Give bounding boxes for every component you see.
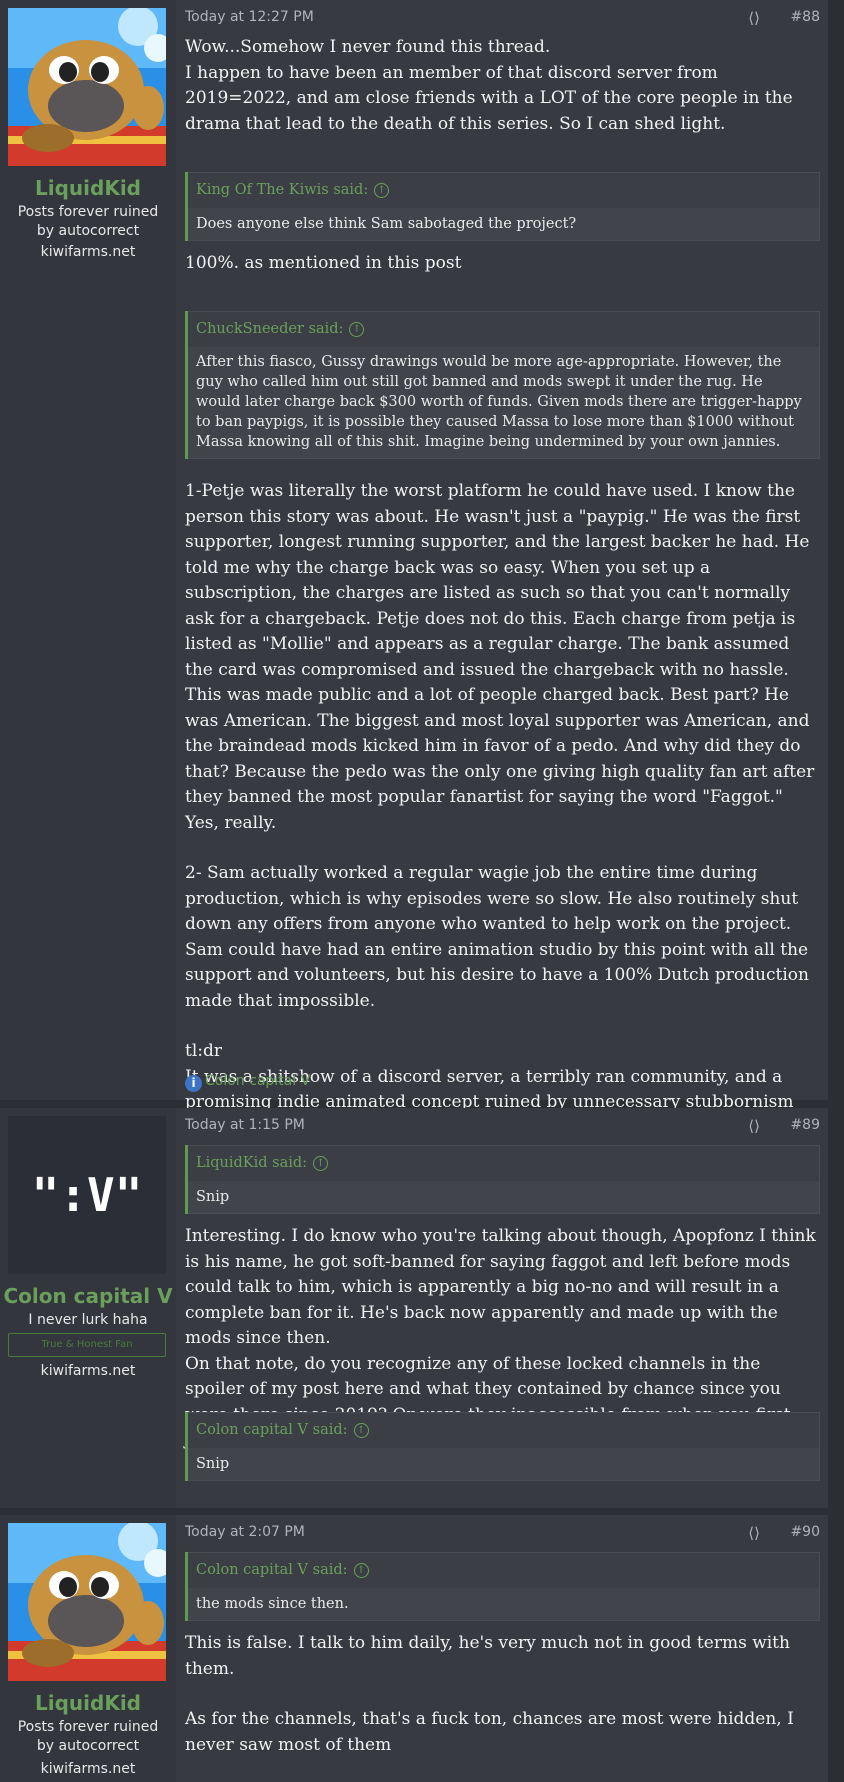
post-text: 100%. as mentioned in this post <box>185 253 462 273</box>
post-number[interactable]: #88 <box>790 9 820 25</box>
user-banner: True & Honest Fan <box>8 1333 166 1357</box>
intro-line: Wow...Somehow I never found this thread. <box>185 37 551 57</box>
quote-author[interactable]: ChuckSneeder said: <box>196 321 343 337</box>
quote-text: Snip <box>188 1181 820 1214</box>
username[interactable]: LiquidKid <box>0 1691 176 1715</box>
blockquote: Colon capital V said: ↑ the mods since th… <box>185 1552 820 1621</box>
user-title: Posts forever ruined by autocorrect <box>17 1719 159 1754</box>
username[interactable]: LiquidKid <box>0 176 176 200</box>
avatar-glyph-icon: ":V" <box>32 1168 143 1222</box>
user-site: kiwifarms.net <box>40 1363 136 1379</box>
post-author-panel: LiquidKid Posts forever ruined by autoco… <box>0 1515 176 1782</box>
arrow-up-circle-icon[interactable]: ↑ <box>353 1562 369 1578</box>
user-title: I never lurk haha <box>28 1312 148 1328</box>
blockquote: Colon capital V said: ↑ Snip <box>185 1412 820 1481</box>
quote-author[interactable]: King Of The Kiwis said: <box>196 182 368 198</box>
quote-author[interactable]: Colon capital V said: <box>196 1422 348 1438</box>
post-author-panel: LiquidKid Posts forever ruined by autoco… <box>0 0 176 1100</box>
post-90: LiquidKid Posts forever ruined by autoco… <box>0 1515 828 1782</box>
quote-header[interactable]: LiquidKid said: ↑ <box>188 1145 820 1181</box>
arrow-up-circle-icon[interactable]: ↑ <box>374 182 390 198</box>
user-site: kiwifarms.net <box>40 244 136 260</box>
quote-text: After this fiasco, Gussy drawings would … <box>188 347 820 459</box>
post-timestamp[interactable]: Today at 12:27 PM <box>185 9 314 25</box>
post-timestamp[interactable]: Today at 2:07 PM <box>185 1524 305 1540</box>
share-icon[interactable]: ⟨⟩ <box>748 1524 760 1542</box>
post-content: Today at 1:15 PM ⟨⟩ #89 LiquidKid said: ↑… <box>185 1108 820 1508</box>
quote-text: Snip <box>188 1448 820 1481</box>
blockquote: LiquidKid said: ↑ Snip <box>185 1145 820 1214</box>
info-icon: i <box>185 1075 202 1092</box>
quote-text: the mods since then. <box>188 1588 820 1621</box>
post-number[interactable]: #89 <box>790 1117 820 1133</box>
avatar[interactable] <box>8 1523 166 1681</box>
share-icon[interactable]: ⟨⟩ <box>748 9 760 27</box>
blockquote: King Of The Kiwis said: ↑ Does anyone els… <box>185 172 820 241</box>
user-site: kiwifarms.net <box>40 1761 136 1777</box>
arrow-up-circle-icon[interactable]: ↑ <box>353 1422 369 1438</box>
reaction-user[interactable]: Colon capital V <box>205 1073 310 1089</box>
avatar[interactable] <box>8 8 166 166</box>
reaction-bar[interactable]: i Colon capital V <box>185 1073 310 1092</box>
arrow-up-circle-icon[interactable]: ↑ <box>313 1155 329 1171</box>
paragraph: Interesting. I do know who you're talkin… <box>185 1226 816 1348</box>
paragraph: 2- Sam actually worked a regular wagie j… <box>185 863 809 1011</box>
quote-author[interactable]: LiquidKid said: <box>196 1155 307 1171</box>
post-text: 1-Petje was literally the worst platform… <box>185 479 820 1116</box>
post-author-panel: ":V" Colon capital V I never lurk haha T… <box>0 1108 176 1508</box>
intro-line: I happen to have been an member of that … <box>185 62 793 134</box>
paragraph: This is false. I talk to him daily, he's… <box>185 1633 790 1679</box>
quote-text: Does anyone else think Sam sabotaged the… <box>188 208 820 241</box>
username[interactable]: Colon capital V <box>0 1284 176 1308</box>
post-content: Today at 12:27 PM ⟨⟩ #88 Wow...Somehow I… <box>185 0 820 1112</box>
post-text: This is false. I talk to him daily, he's… <box>185 1631 820 1758</box>
avatar[interactable]: ":V" <box>8 1116 166 1274</box>
quote-header[interactable]: Colon capital V said: ↑ <box>188 1552 820 1588</box>
post-timestamp[interactable]: Today at 1:15 PM <box>185 1117 305 1133</box>
post-89: ":V" Colon capital V I never lurk haha T… <box>0 1108 828 1508</box>
post-intro: Wow...Somehow I never found this thread.… <box>185 35 820 137</box>
quote-header[interactable]: Colon capital V said: ↑ <box>188 1412 820 1448</box>
paragraph: 1-Petje was literally the worst platform… <box>185 481 815 833</box>
quote-header[interactable]: King Of The Kiwis said: ↑ <box>188 172 820 208</box>
post-content: Today at 2:07 PM ⟨⟩ #90 Colon capital V … <box>185 1515 820 1782</box>
post-number[interactable]: #90 <box>790 1524 820 1540</box>
blockquote: ChuckSneeder said: ↑ After this fiasco, G… <box>185 311 820 459</box>
share-icon[interactable]: ⟨⟩ <box>748 1117 760 1135</box>
paragraph: tl:dr <box>185 1041 223 1061</box>
post-88: LiquidKid Posts forever ruined by autoco… <box>0 0 828 1112</box>
quote-author[interactable]: Colon capital V said: <box>196 1562 348 1578</box>
user-title: Posts forever ruined by autocorrect <box>17 204 159 239</box>
arrow-up-circle-icon[interactable]: ↑ <box>349 321 365 337</box>
quote-header[interactable]: ChuckSneeder said: ↑ <box>188 311 820 347</box>
paragraph: As for the channels, that's a fuck ton, … <box>185 1709 794 1755</box>
